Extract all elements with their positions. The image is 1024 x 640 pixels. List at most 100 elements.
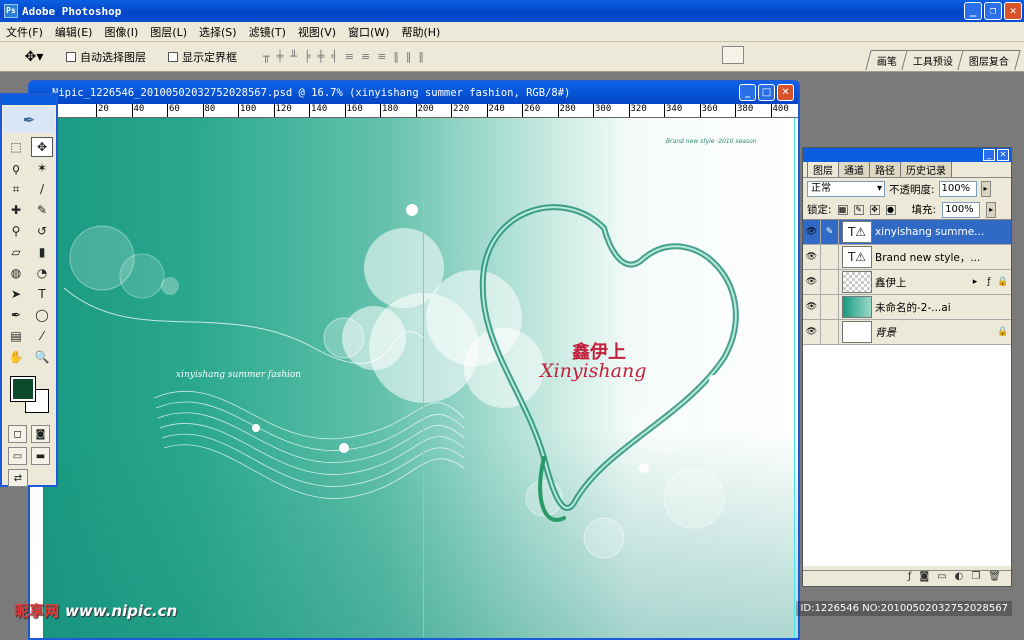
visibility-eye-icon[interactable]: 👁	[803, 295, 821, 319]
crop-tool-icon[interactable]: ⌗	[5, 179, 27, 199]
standard-mode-icon[interactable]: ◻	[8, 425, 27, 443]
checkbox-box[interactable]	[66, 51, 76, 62]
foreground-color-swatch[interactable]	[10, 376, 36, 402]
brush-tool-icon[interactable]: ✎	[31, 200, 53, 220]
palette-well-tab-2[interactable]: 图层复合	[957, 50, 1021, 70]
guide-line-center[interactable]	[423, 118, 424, 638]
layers-tab-2[interactable]: 路径	[869, 161, 901, 177]
menu-item-2[interactable]: 图像(I)	[98, 24, 144, 40]
doc-minimize-button[interactable]: _	[739, 84, 756, 101]
adjustment-layer-icon[interactable]: ◐	[955, 571, 964, 586]
dodge-tool-icon[interactable]: ◔	[31, 263, 53, 283]
path-selection-tool-icon[interactable]: ➤	[5, 284, 27, 304]
distribute-right-icon[interactable]: ‖	[418, 50, 425, 63]
close-button[interactable]: ✕	[1004, 2, 1022, 20]
layers-tab-1[interactable]: 通道	[838, 161, 870, 177]
jump-to-imageready-icon[interactable]: ⇄	[8, 469, 28, 487]
link-cell[interactable]	[821, 270, 839, 294]
distribute-top-icon[interactable]: ≡	[345, 50, 355, 63]
distribute-vcenter-icon[interactable]: ≡	[361, 50, 371, 63]
opacity-field[interactable]: 100%	[938, 181, 977, 197]
eraser-tool-icon[interactable]: ▱	[5, 242, 27, 262]
doc-maximize-button[interactable]: □	[758, 84, 775, 101]
visibility-eye-icon[interactable]: 👁	[803, 245, 821, 269]
menu-item-3[interactable]: 图层(L)	[144, 24, 193, 40]
lock-position-icon[interactable]: ✥	[869, 204, 880, 215]
align-top-icon[interactable]: ╥	[263, 50, 271, 63]
clone-stamp-tool-icon[interactable]: ⚲	[5, 221, 27, 241]
opacity-arrow-button[interactable]: ▸	[980, 181, 991, 197]
new-group-icon[interactable]: ▭	[937, 571, 946, 586]
panel-minimize-button[interactable]: _	[983, 149, 995, 161]
layer-row[interactable]: 👁 T⚠ Brand new style，...	[803, 245, 1011, 270]
restore-button[interactable]: ❐	[984, 2, 1002, 20]
visibility-eye-icon[interactable]: 👁	[803, 270, 821, 294]
shape-tool-icon[interactable]: ◯	[31, 305, 53, 325]
layer-row[interactable]: 👁 未命名的-2-...ai	[803, 295, 1011, 320]
fill-arrow-button[interactable]: ▸	[986, 201, 997, 218]
layers-tab-3[interactable]: 历史记录	[900, 161, 952, 177]
align-vcenter-icon[interactable]: ╪	[277, 50, 285, 63]
menu-item-0[interactable]: 文件(F)	[0, 24, 49, 40]
menu-item-4[interactable]: 选择(S)	[193, 24, 243, 40]
document-canvas[interactable]: Brand new style ·2010 season xinyishang …	[44, 118, 798, 638]
link-cell[interactable]	[821, 245, 839, 269]
panel-close-button[interactable]: ✕	[997, 149, 1009, 161]
distribute-hcenter-icon[interactable]: ‖	[406, 50, 413, 63]
new-layer-icon[interactable]: ❐	[971, 571, 980, 586]
visibility-eye-icon[interactable]: 👁	[803, 320, 821, 344]
align-left-icon[interactable]: ╞	[304, 50, 312, 63]
doc-close-button[interactable]: ✕	[777, 84, 794, 101]
file-browser-icon[interactable]	[722, 46, 744, 64]
show-bounds-checkbox[interactable]: 显示定界框	[168, 49, 237, 65]
brush-link-icon[interactable]: ✎	[821, 220, 839, 244]
expand-arrow-icon[interactable]: ▸	[969, 277, 981, 287]
guide-line-right[interactable]	[794, 118, 795, 638]
lock-pixels-icon[interactable]: ✎	[853, 204, 864, 215]
hand-tool-icon[interactable]: ✋	[5, 347, 27, 367]
checkbox-box[interactable]	[168, 51, 178, 62]
pen-tool-icon[interactable]: ✒	[5, 305, 27, 325]
document-titlebar[interactable]: Nipic_1226546_20100502032752028567.psd @…	[30, 82, 798, 104]
move-tool-preset-button[interactable]: ✥▾	[14, 45, 54, 69]
lock-transparent-icon[interactable]: ▦	[837, 204, 848, 215]
screen-mode-full-icon[interactable]: ▬	[31, 447, 50, 465]
screen-mode-standard-icon[interactable]: ▭	[8, 447, 27, 465]
layer-mask-icon[interactable]: ◙	[919, 571, 929, 586]
layer-effects-icon[interactable]: ƒ	[983, 277, 995, 287]
menu-item-8[interactable]: 帮助(H)	[395, 24, 446, 40]
slice-tool-icon[interactable]: ∕	[31, 179, 53, 199]
link-cell[interactable]	[821, 320, 839, 344]
gradient-tool-icon[interactable]: ▮	[31, 242, 53, 262]
tools-panel-titlebar[interactable]	[2, 95, 56, 105]
visibility-eye-icon[interactable]: 👁	[803, 220, 821, 244]
layer-row[interactable]: 👁 背景 🔒	[803, 320, 1011, 345]
menu-item-1[interactable]: 编辑(E)	[49, 24, 99, 40]
horizontal-ruler[interactable]: 20 40 60 80 100 120 140 160 180 200 220 240 260 280 30…	[44, 104, 798, 118]
distribute-left-icon[interactable]: ‖	[393, 50, 400, 63]
palette-well-tab-1[interactable]: 工具预设	[901, 50, 965, 70]
type-tool-icon[interactable]: T	[31, 284, 53, 304]
delete-layer-icon[interactable]: 🗑	[988, 571, 1001, 586]
menu-item-5[interactable]: 滤镜(T)	[243, 24, 292, 40]
eyedropper-tool-icon[interactable]: ⁄	[31, 326, 53, 346]
zoom-tool-icon[interactable]: 🔍	[31, 347, 53, 367]
quick-mask-mode-icon[interactable]: ◙	[31, 425, 50, 443]
feather-logo-icon[interactable]: ✒	[4, 107, 54, 133]
link-cell[interactable]	[821, 295, 839, 319]
blend-mode-select[interactable]: 正常	[807, 181, 885, 197]
menu-item-7[interactable]: 窗口(W)	[342, 24, 395, 40]
move-tool-icon[interactable]: ✥	[31, 137, 53, 157]
distribute-bottom-icon[interactable]: ≡	[377, 50, 387, 63]
magic-wand-tool-icon[interactable]: ✶	[31, 158, 53, 178]
menu-item-6[interactable]: 视图(V)	[292, 24, 342, 40]
blur-tool-icon[interactable]: ◍	[5, 263, 27, 283]
align-hcenter-icon[interactable]: ╪	[318, 50, 326, 63]
layer-row[interactable]: 👁 鑫伊上 ▸ ƒ 🔒	[803, 270, 1011, 295]
auto-select-checkbox[interactable]: 自动选择图层	[66, 49, 146, 65]
lock-all-icon[interactable]: ●	[885, 204, 896, 215]
layers-panel-titlebar[interactable]: _ ✕	[803, 148, 1011, 162]
notes-tool-icon[interactable]: ▤	[5, 326, 27, 346]
marquee-tool-icon[interactable]: ⬚	[5, 137, 27, 157]
minimize-button[interactable]: _	[964, 2, 982, 20]
